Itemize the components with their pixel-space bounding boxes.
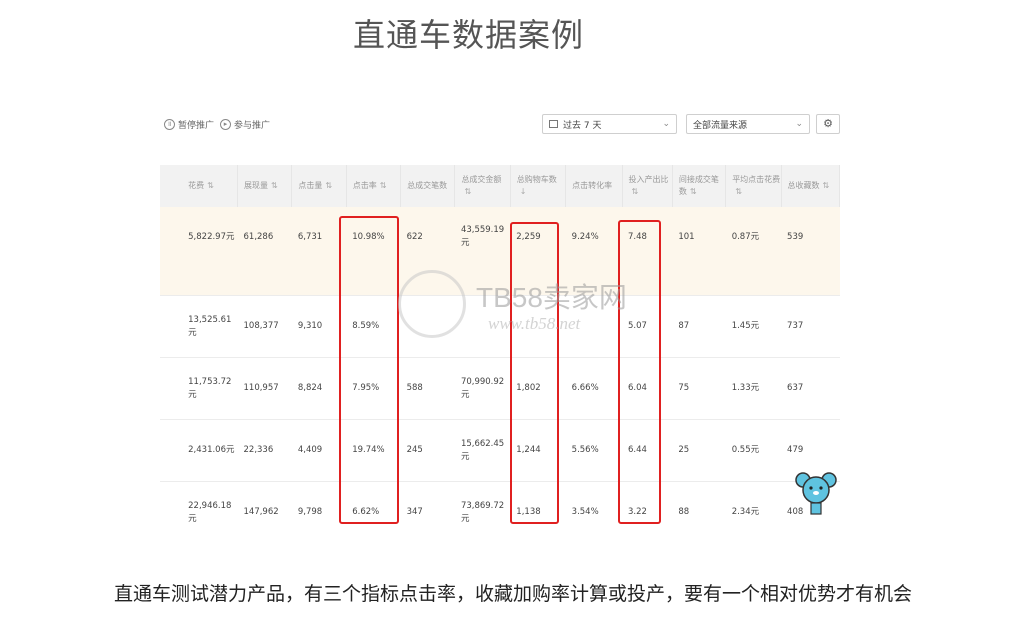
table-cell: 87 (672, 295, 726, 358)
sort-icon: ⇅ (207, 181, 214, 190)
date-range-value: 过去 7 天 (563, 120, 602, 131)
sort-icon: ⇅ (822, 181, 830, 190)
sort-icon: ⇅ (271, 181, 278, 190)
chevron-down-icon: ⌄ (662, 119, 670, 129)
table-cell: 0.55元 (725, 419, 782, 482)
table-cell: 11,753.72元 (182, 357, 238, 420)
table-cell: 75 (672, 357, 726, 420)
column-header[interactable]: 总购物车数↓ (510, 165, 567, 207)
sort-icon: ⇅ (631, 187, 639, 196)
pause-icon: ॥ (164, 119, 175, 130)
table-cell: 70,990.92元 (454, 357, 511, 420)
table-cell: 245 (400, 419, 455, 482)
column-header[interactable]: 点击转化率 (565, 165, 623, 207)
table-cell: 2,431.06元 (182, 419, 238, 482)
join-promotion-label: 参与推广 (234, 121, 271, 131)
highlight-box-ctr (339, 216, 399, 524)
table-cell: 110,957 (237, 357, 292, 420)
table-cell: 15,662.45元 (454, 419, 511, 482)
table-cell: 5.56% (565, 419, 623, 482)
row-spacer (160, 295, 183, 358)
table-cell: 637 (781, 357, 840, 420)
table-cell: 622 (400, 207, 455, 267)
watermark-brand: TB58卖家网 (476, 282, 627, 313)
sort-icon: ⇅ (735, 187, 742, 196)
table-row[interactable]: 2,431.06元 22,336 4,409 19.74% 245 15,662.45元 1… (160, 419, 840, 482)
watermark-url: www.tb58.net (488, 314, 581, 333)
table-cell: 73,869.72元 (454, 481, 511, 527)
highlight-box-roi (618, 220, 661, 524)
sort-down-icon: ↓ (519, 187, 527, 196)
table-cell: 2.34元 (725, 481, 782, 527)
row-spacer (160, 419, 183, 482)
mascot-chat-icon[interactable] (795, 466, 837, 516)
watermark: TB58卖家网 www.tb58.net (398, 270, 668, 350)
column-header[interactable]: 总成交笔数 (400, 165, 456, 207)
table-cell: 9.24% (565, 207, 623, 267)
sort-icon: ⇅ (464, 187, 472, 196)
table-row[interactable]: 11,753.72元 110,957 8,824 7.95% 588 70,990.92元… (160, 357, 840, 420)
table-cell: 6.66% (565, 357, 623, 420)
sort-icon: ⇅ (325, 181, 333, 190)
table-row[interactable]: 22,946.18元 147,962 9,798 6.62% 347 73,869.72元… (160, 481, 840, 527)
table-cell: 108,377 (237, 295, 292, 358)
sort-icon: ⇅ (379, 181, 387, 190)
table-cell: 588 (400, 357, 455, 420)
table-cell: 3.54% (565, 481, 623, 527)
table-cell: 13,525.61元 (182, 295, 238, 358)
column-header[interactable]: 投入产出比⇅ (622, 165, 673, 207)
table-cell: 88 (672, 481, 726, 527)
table-cell: 0.87元 (725, 207, 782, 267)
table-cell: 1.33元 (725, 357, 782, 420)
table-cell: 1.45元 (725, 295, 782, 358)
settings-button[interactable]: ⚙ (816, 114, 840, 134)
date-range-select[interactable]: 过去 7 天 ⌄ (542, 114, 677, 134)
pause-promotion-button[interactable]: ॥ 暂停推广 (164, 118, 214, 131)
table-cell: 737 (781, 295, 840, 358)
table-cell: 539 (781, 207, 840, 267)
table-cell: 101 (672, 207, 726, 267)
column-header[interactable]: 间接成交笔数 ⇅ (672, 165, 727, 207)
table-cell: 347 (400, 481, 455, 527)
column-header[interactable]: 花费 ⇅ (182, 165, 239, 207)
traffic-source-value: 全部流量来源 (693, 120, 748, 131)
table-cell: 61,286 (237, 207, 292, 267)
page-title: 直通车数据案例 (353, 16, 585, 54)
highlight-box-cart (510, 222, 559, 524)
table-cell: 5,822.97元 (182, 207, 238, 267)
column-header[interactable]: 总成交金额⇅ (454, 165, 511, 207)
table-cell: 43,559.19元 (454, 207, 511, 267)
table-cell: 22,336 (237, 419, 292, 482)
column-header[interactable]: 展现量 ⇅ (237, 165, 293, 207)
caption: 直通车测试潜力产品，有三个指标点击率，收藏加购率计算或投产，要有一个相对优势才有… (113, 583, 912, 605)
column-header[interactable]: 总收藏数 ⇅ (781, 165, 840, 207)
column-header[interactable]: 平均点击花费⇅ (725, 165, 782, 207)
row-spacer (160, 207, 183, 267)
table-cell: 147,962 (237, 481, 292, 527)
column-header[interactable]: 点击率 ⇅ (346, 165, 402, 207)
traffic-source-select[interactable]: 全部流量来源 ⌄ (686, 114, 810, 134)
pause-promotion-label: 暂停推广 (178, 121, 215, 131)
row-spacer (160, 481, 183, 527)
table-header-row: 花费 ⇅ 展现量 ⇅ 点击量 ⇅ 点击率 ⇅ 总成交笔数 总成交金额⇅ 总购物车数↓ 点… (160, 165, 840, 207)
header-spacer (160, 165, 183, 207)
table-row[interactable]: 5,822.97元 61,286 6,731 10.98% 622 43,559.19元 2… (160, 207, 840, 267)
row-spacer (160, 357, 183, 420)
table-cell: 25 (672, 419, 726, 482)
join-promotion-button[interactable]: ▸ 参与推广 (220, 118, 270, 131)
calendar-icon (549, 120, 558, 128)
chevron-down-icon: ⌄ (795, 119, 803, 129)
gear-icon: ⚙ (823, 117, 833, 130)
sort-icon: ⇅ (689, 187, 697, 196)
column-header[interactable]: 点击量 ⇅ (291, 165, 347, 207)
play-icon: ▸ (220, 119, 231, 130)
hand-logo-icon (398, 270, 466, 338)
table-cell: 22,946.18元 (182, 481, 238, 527)
report-toolbar: ॥ 暂停推广 ▸ 参与推广 过去 7 天 ⌄ 全部流量来源 ⌄ ⚙ (160, 100, 840, 150)
